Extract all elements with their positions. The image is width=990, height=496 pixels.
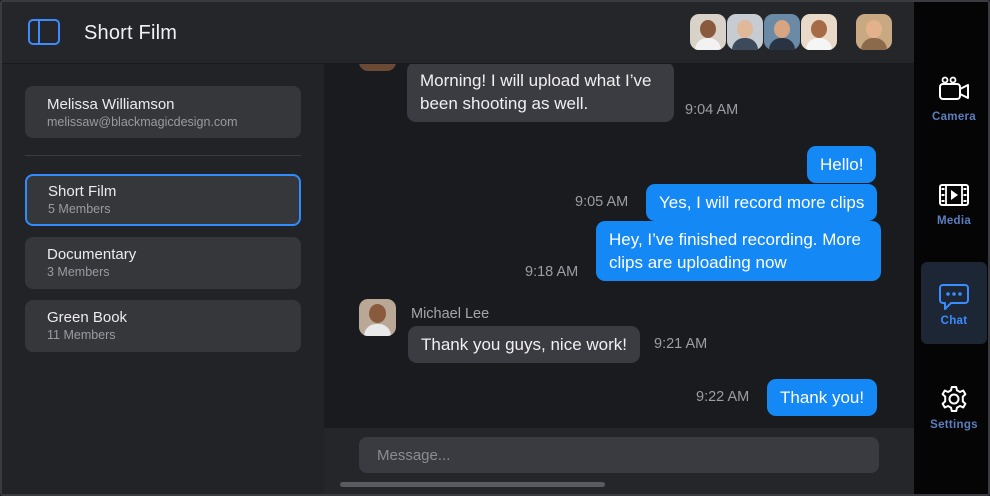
user-name: Melissa Williamson: [47, 96, 175, 113]
app-window: Short Film Melissa Williamson melissaw@b…: [0, 0, 990, 496]
message-time: 9:18 AM: [525, 264, 579, 280]
message-bubble: Yes, I will record more clips: [646, 184, 878, 221]
avatar[interactable]: [801, 14, 837, 50]
group-name: Documentary: [47, 246, 137, 263]
nav-label: Camera: [932, 111, 976, 123]
message-bubble: Thank you!: [767, 379, 878, 416]
nav-label: Chat: [940, 315, 968, 327]
sidebar-toggle-icon[interactable]: [28, 19, 60, 45]
avatar[interactable]: [690, 14, 726, 50]
participant-avatars: [690, 14, 838, 50]
nav-settings[interactable]: Settings: [921, 370, 987, 452]
divider: [25, 155, 301, 156]
group-item-short-film[interactable]: Short Film 5 Members: [25, 174, 301, 226]
avatar[interactable]: [764, 14, 800, 50]
user-email: melissaw@blackmagicdesign.com: [47, 115, 238, 129]
nav-label: Settings: [930, 419, 978, 431]
page-title: Short Film: [84, 22, 178, 44]
nav-media[interactable]: Media: [921, 166, 987, 248]
message-thread[interactable]: Morning! I will upload what I’ve been sh…: [324, 64, 914, 428]
film-icon: [939, 184, 969, 206]
message-bubble: Hello!: [807, 146, 877, 183]
avatar[interactable]: [727, 14, 763, 50]
message-time: 9:05 AM: [575, 194, 629, 210]
nav-label: Media: [936, 215, 972, 227]
chat-icon: [939, 284, 969, 310]
sender-avatar: [359, 299, 396, 336]
message-bubble: Thank you guys, nice work!: [408, 326, 640, 363]
composer: [324, 428, 914, 494]
horizontal-scrollbar[interactable]: [340, 482, 605, 487]
sender-avatar: [359, 64, 396, 71]
message-time: 9:21 AM: [654, 336, 708, 352]
group-members: 3 Members: [47, 265, 110, 279]
message-time: 9:04 AM: [685, 102, 739, 118]
header: Short Film: [2, 2, 914, 64]
group-members: 5 Members: [48, 202, 111, 216]
message-bubble: Morning! I will upload what I’ve been sh…: [407, 64, 674, 122]
message-input[interactable]: [359, 437, 879, 473]
user-profile-card[interactable]: Melissa Williamson melissaw@blackmagicde…: [25, 86, 301, 138]
nav-chat[interactable]: Chat: [921, 262, 987, 344]
right-nav: Camera Media Chat Settings: [914, 2, 988, 494]
group-item-documentary[interactable]: Documentary 3 Members: [25, 237, 301, 289]
message-bubble: Hey, I’ve finished recording. More clips…: [596, 221, 881, 281]
chat-list-panel: Melissa Williamson melissaw@blackmagicde…: [2, 64, 324, 494]
camera-icon: [939, 76, 969, 100]
group-name: Green Book: [47, 309, 128, 326]
group-members: 11 Members: [47, 328, 116, 342]
sender-name: Michael Lee: [411, 306, 490, 322]
group-item-green-book[interactable]: Green Book 11 Members: [25, 300, 301, 352]
group-name: Short Film: [48, 183, 117, 200]
gear-icon: [941, 386, 967, 412]
nav-camera[interactable]: Camera: [921, 62, 987, 144]
self-avatar[interactable]: [856, 14, 892, 50]
message-time: 9:22 AM: [696, 389, 750, 405]
